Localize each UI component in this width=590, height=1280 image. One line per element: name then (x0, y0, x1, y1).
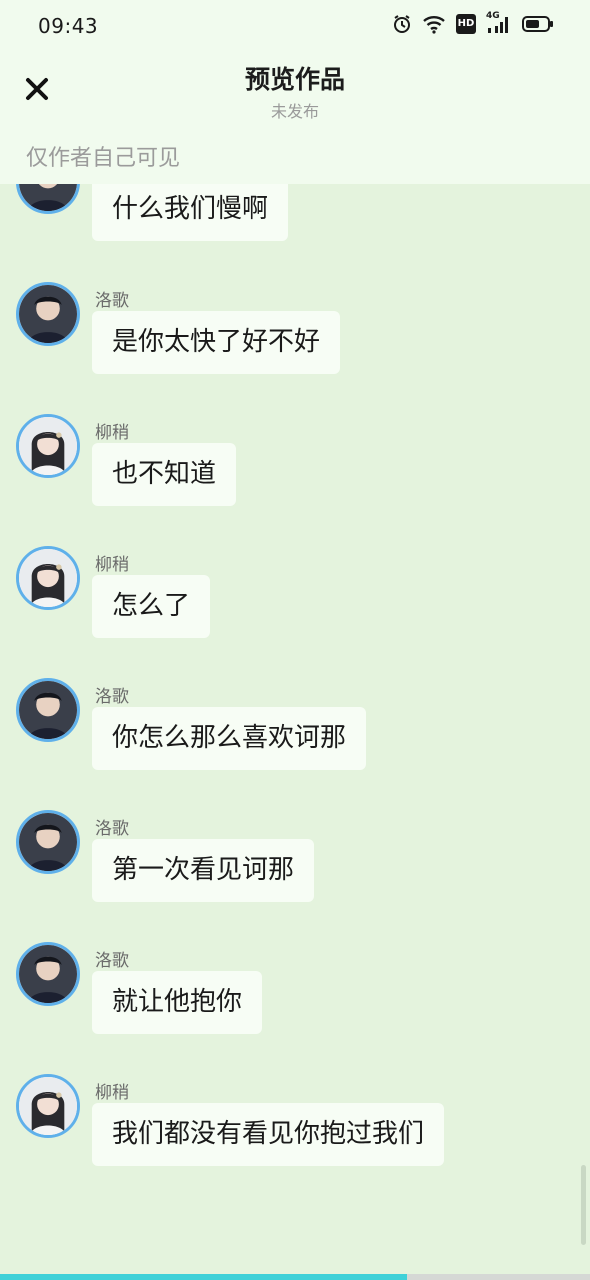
chat-list[interactable]: 什么我们慢啊 洛歌 是你太快了好不好 柳稍 也不知道 柳稍 怎么了 洛歌 你怎么… (0, 0, 590, 1280)
status-time: 09:43 (38, 14, 99, 38)
page-title: 预览作品 (244, 65, 345, 94)
avatar[interactable] (16, 282, 80, 346)
sender-name: 洛歌 (95, 951, 129, 971)
visibility-note: 仅作者自己可见 (26, 146, 181, 171)
avatar[interactable] (16, 942, 80, 1006)
message-bubble[interactable]: 怎么了 (92, 575, 211, 638)
wifi-icon (422, 14, 446, 34)
publish-status: 未发布 (270, 102, 319, 121)
scrollbar[interactable] (581, 1165, 586, 1245)
sender-name: 洛歌 (95, 819, 129, 839)
signal-4g-icon: 4G (486, 11, 512, 34)
status-bar: 09:43 HD 4G (0, 0, 590, 52)
avatar[interactable] (16, 810, 80, 874)
sender-name: 柳稍 (95, 423, 129, 443)
sender-name: 柳稍 (95, 1083, 129, 1103)
playback-progress-bar[interactable] (0, 1274, 590, 1280)
alarm-icon (392, 14, 412, 34)
message-bubble[interactable]: 你怎么那么喜欢诃那 (92, 707, 367, 770)
avatar[interactable] (16, 1074, 80, 1138)
battery-icon (522, 15, 554, 33)
hd-icon: HD (456, 14, 476, 34)
sender-name: 洛歌 (95, 687, 129, 707)
sender-name: 柳稍 (95, 555, 129, 575)
message-bubble[interactable]: 就让他抱你 (92, 971, 263, 1034)
avatar[interactable] (16, 414, 80, 478)
status-icons: HD 4G (392, 11, 554, 34)
avatar[interactable] (16, 678, 80, 742)
message-bubble[interactable]: 也不知道 (92, 443, 237, 506)
avatar[interactable] (16, 546, 80, 610)
header: 09:43 HD 4G 预览作品 未发布 仅作者自己可见 (0, 0, 590, 184)
sender-name: 洛歌 (95, 291, 129, 311)
message-bubble[interactable]: 第一次看见诃那 (92, 839, 315, 902)
message-bubble[interactable]: 我们都没有看见你抱过我们 (92, 1103, 445, 1166)
message-bubble[interactable]: 是你太快了好不好 (92, 311, 341, 374)
progress-fill (0, 1274, 408, 1280)
message-bubble[interactable]: 什么我们慢啊 (92, 178, 289, 241)
